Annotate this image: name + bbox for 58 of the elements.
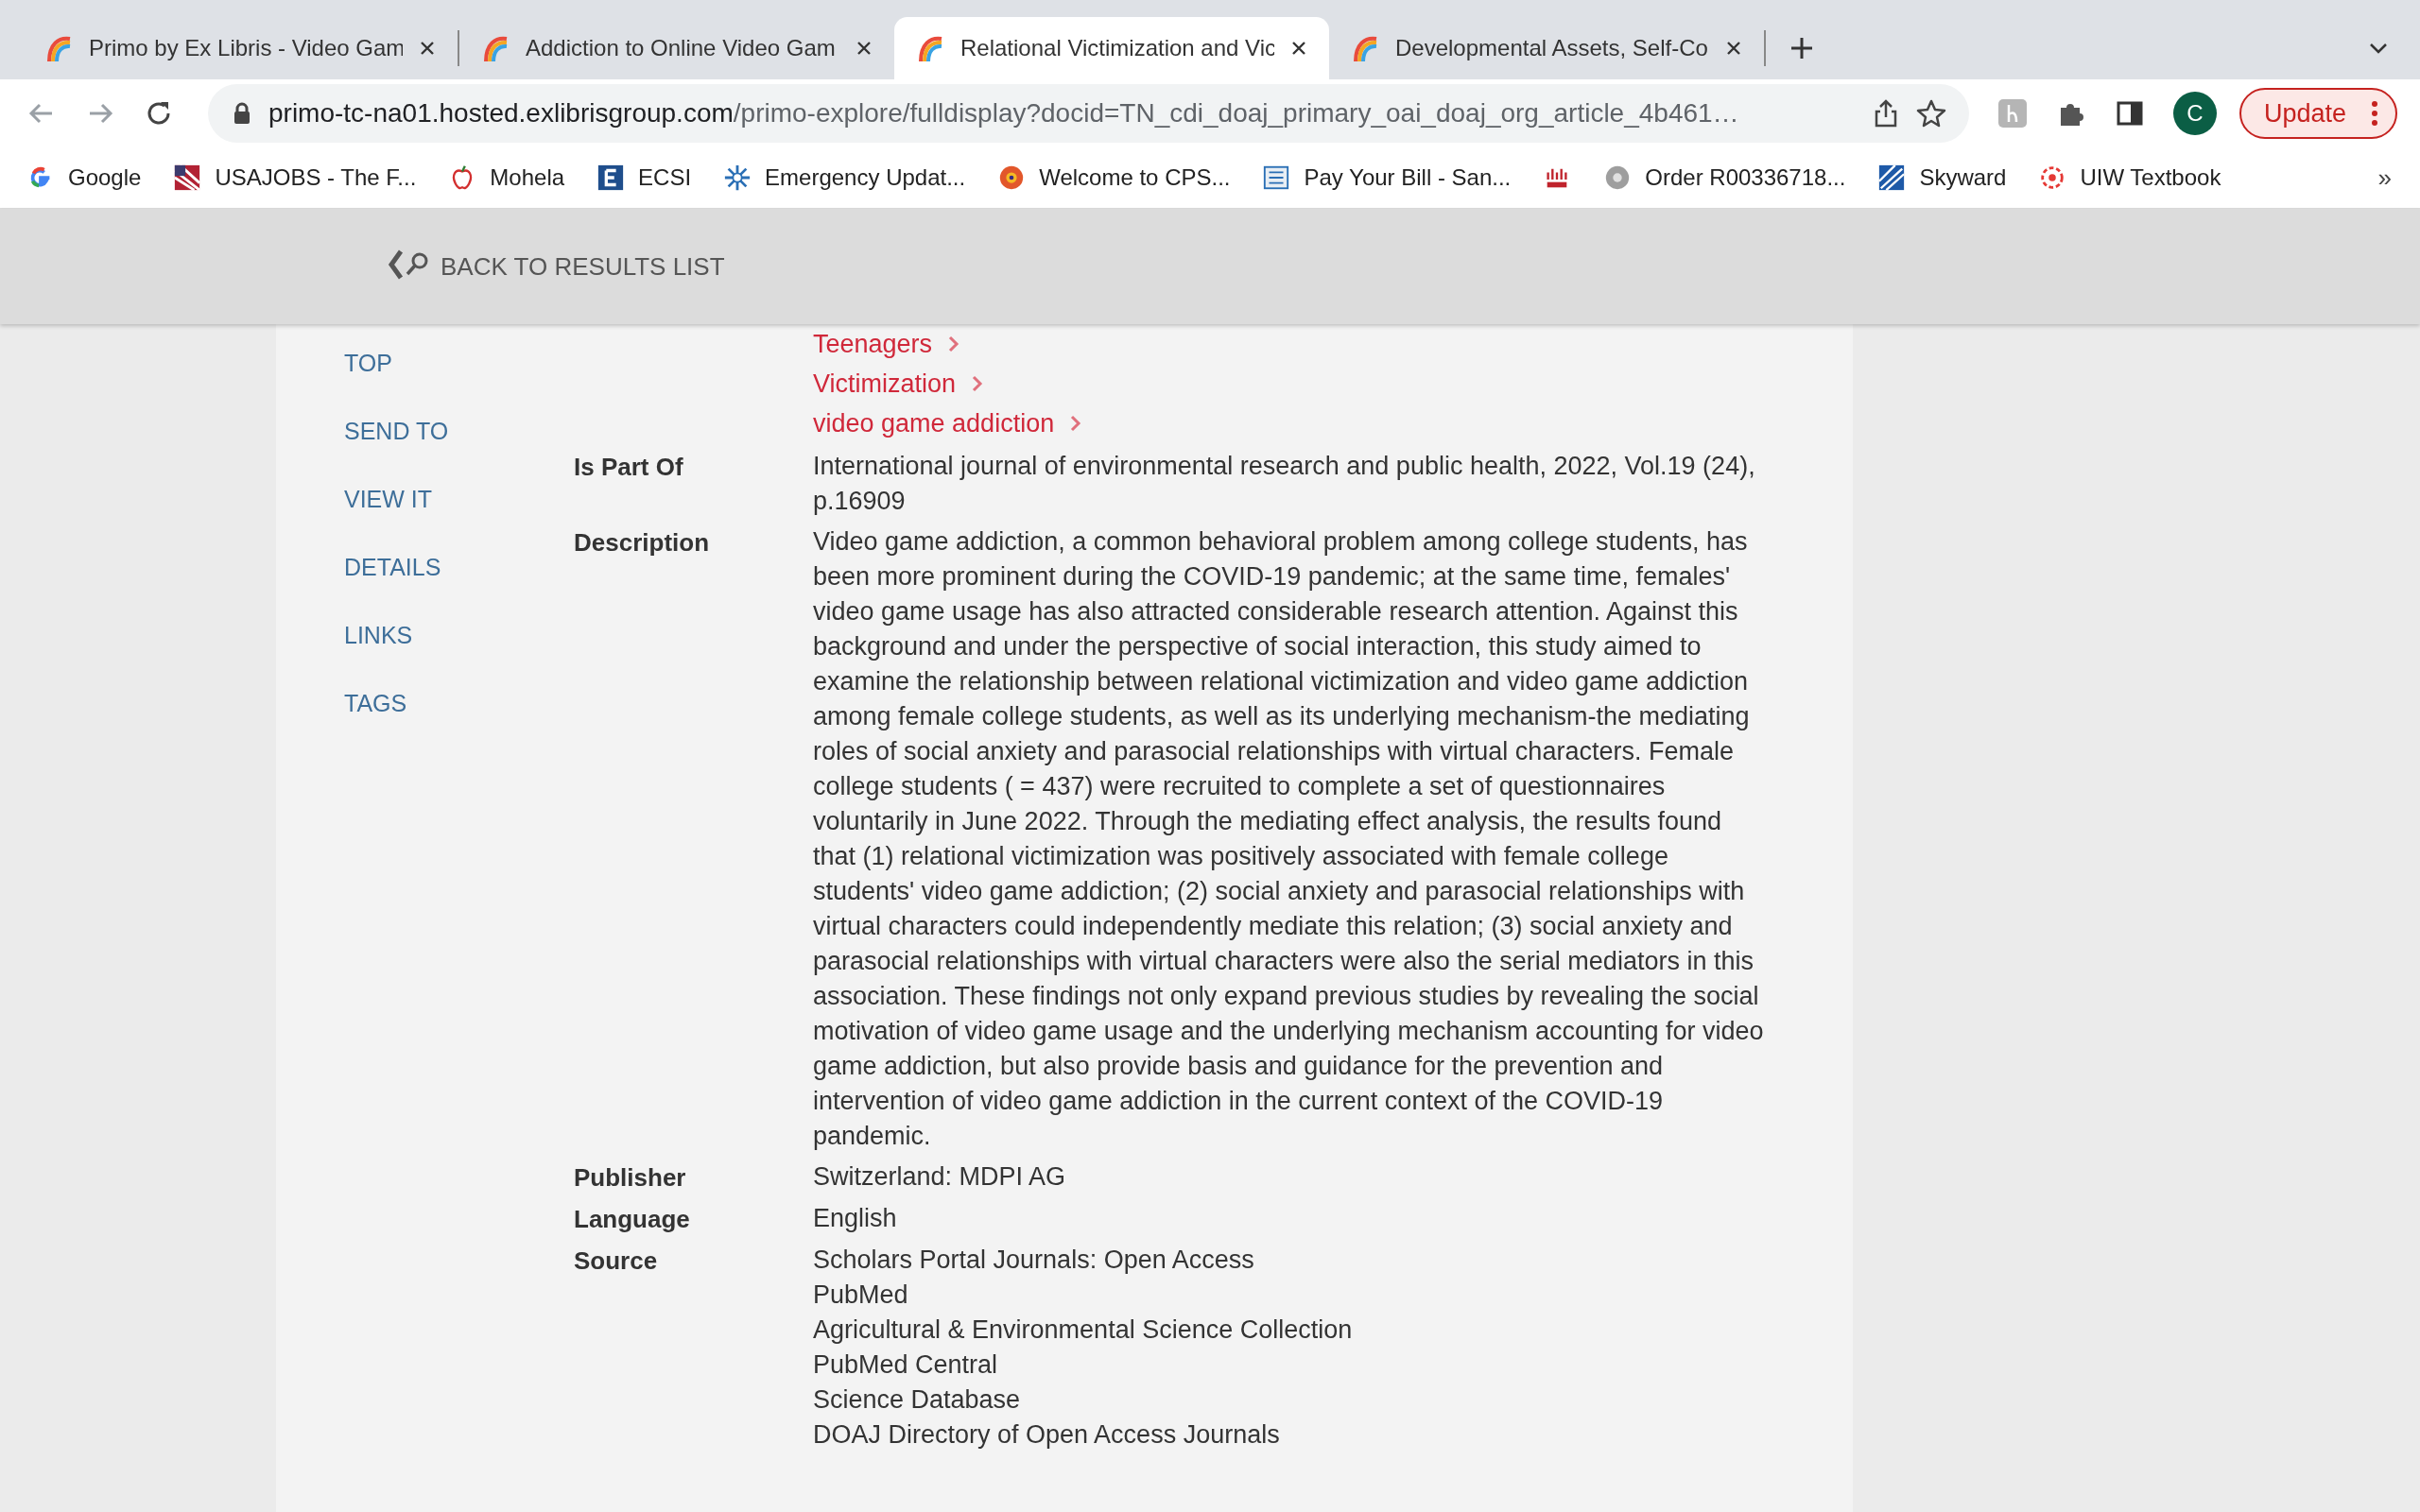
new-tab-icon[interactable] bbox=[1789, 35, 1815, 61]
subject-link[interactable]: Teenagers bbox=[813, 326, 933, 362]
back-to-results-link[interactable]: BACK TO RESULTS LIST bbox=[386, 248, 725, 285]
bookmark[interactable]: Skyward bbox=[1877, 163, 2007, 192]
subject-link[interactable]: video game addiction bbox=[813, 405, 1055, 441]
section-link[interactable]: SEND TO bbox=[344, 417, 574, 445]
section-link[interactable]: DETAILS bbox=[344, 553, 574, 581]
field-value: PubMed bbox=[813, 1280, 909, 1311]
address-bar[interactable]: primo-tc-na01.hosted.exlibrisgroup.com/primo-explore/fulldisplay?docid=TN_cdi_doaj_primary_oai_doaj_org_article_4b461… bbox=[208, 84, 1969, 143]
field-value: DOAJ Directory of Open Access Journals bbox=[813, 1419, 1281, 1451]
field-label: Is Part Of bbox=[574, 452, 684, 483]
star-icon[interactable] bbox=[1915, 98, 1946, 129]
bookmark[interactable]: Pay Your Bill - San... bbox=[1262, 163, 1512, 192]
field-value: Switzerland: MDPI AG bbox=[813, 1161, 1067, 1193]
tab-title: Developmental Assets, Self-Co bbox=[1395, 35, 1709, 61]
field-value: Video game addiction, a common behavioral problem among college students, has been more prominent during the COVID-19 pandemic; at the same time, females' video game usage has also attracted considerable research attention. Against this background and under the perspective of social interaction, this study aimed to examine the relationship between relational victimization and video game addiction among female college students, as well as its underlying mechanism-the mediating roles of social anxiety and parasocial relationships with virtual characters. Female college students ( = 437) were recruited to complete a set of questionnaires voluntarily in June 2022. Through the mediating effect analysis, the results found that (1) relational victimization was positively associated with female college students' video game addiction; (2) social anxiety and parasocial relationships with virtual characters could independently mediate this relation; (3) social anxiety and parasocial relationships with virtual characters were also the serial mediators in this association. These findings not only expand previous studies by revealing the social motivation of video game usage and the underlying mechanism accounting for video game addiction, but also provide basis and guidance for the prevention and intervention of video game addiction in the current context of the COVID-19 pandemic. bbox=[813, 526, 1765, 1152]
browser-tab[interactable]: Developmental Assets, Self-Co bbox=[1329, 17, 1764, 79]
bookmark[interactable]: Emergency Updat... bbox=[723, 163, 966, 192]
section-link[interactable]: LINKS bbox=[344, 621, 574, 649]
field-value: English bbox=[813, 1203, 898, 1234]
chevron-right-icon[interactable] bbox=[971, 374, 985, 393]
bookmark-icon bbox=[1877, 163, 1907, 192]
lock-icon bbox=[233, 102, 251, 125]
bookmark[interactable]: Google bbox=[26, 163, 142, 192]
field-value: Agricultural & Environmental Science Collection bbox=[813, 1314, 1354, 1346]
chevron-right-icon[interactable] bbox=[947, 335, 961, 353]
tab-title: Primo by Ex Libris - Video Gam bbox=[89, 35, 403, 61]
bookmark[interactable]: USAJOBS - The F... bbox=[173, 163, 417, 192]
bookmark[interactable]: ECSI bbox=[596, 163, 692, 192]
field-value: Scholars Portal Journals: Open Access bbox=[813, 1245, 1255, 1276]
bookmark-icon bbox=[596, 163, 626, 192]
chevron-right-icon[interactable] bbox=[1069, 414, 1083, 433]
browser-tab[interactable]: Addiction to Online Video Gam bbox=[459, 17, 894, 79]
field-label: Source bbox=[574, 1246, 659, 1277]
section-link[interactable]: TOP bbox=[344, 349, 574, 377]
subject-link[interactable]: Victimization bbox=[813, 366, 957, 402]
field-label: Publisher bbox=[574, 1162, 687, 1194]
more-icon[interactable] bbox=[2371, 100, 2378, 127]
field-value: International journal of environmental research and public health, 2022, Vol.19 (24), p.16909 bbox=[813, 451, 1756, 517]
bookmark-icon bbox=[1262, 163, 1291, 192]
more-bookmarks-button[interactable]: » bbox=[2377, 163, 2392, 193]
bookmark-icon bbox=[173, 163, 202, 192]
bookmark[interactable]: UIW Textbook bbox=[2038, 163, 2221, 192]
bookmark-icon bbox=[723, 163, 752, 192]
section-link[interactable]: TAGS bbox=[344, 689, 574, 717]
browser-tab[interactable]: Primo by Ex Libris - Video Gam bbox=[23, 17, 458, 79]
field-label: Description bbox=[574, 527, 711, 558]
bookmark[interactable]: Welcome to CPS... bbox=[997, 163, 1231, 192]
bookmark[interactable]: Mohela bbox=[448, 163, 565, 192]
bookmark[interactable]: Order R00336718... bbox=[1603, 163, 1846, 192]
tab-title: Addiction to Online Video Gam bbox=[526, 35, 837, 61]
field-label: Language bbox=[574, 1204, 691, 1235]
section-link[interactable]: VIEW IT bbox=[344, 485, 574, 513]
field-value: PubMed Central bbox=[813, 1349, 999, 1381]
url-text: primo-tc-na01.hosted.exlibrisgroup.com/primo-explore/fulldisplay?docid=TN_cdi_doaj_primary_oai_doaj_org_article_4b461… bbox=[268, 98, 1740, 129]
profile-avatar[interactable]: C bbox=[2172, 92, 2217, 135]
field-value: Science Database bbox=[813, 1384, 1022, 1416]
update-button[interactable]: Update bbox=[2238, 88, 2397, 139]
